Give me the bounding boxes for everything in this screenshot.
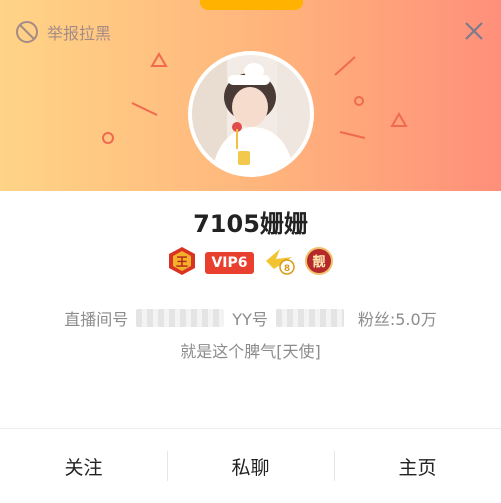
yy-number-redacted xyxy=(275,309,344,327)
room-number-label: 直播间号 xyxy=(64,310,129,329)
stroke-decoration-icon xyxy=(334,56,356,76)
id-info-row: 直播间号 YY号 粉丝:5.0万 xyxy=(0,306,501,330)
yy-number-label: YY号 xyxy=(232,310,268,329)
stroke-decoration-icon xyxy=(339,131,366,139)
triangle-decoration-icon xyxy=(150,52,168,67)
wing-badge-text: 8 xyxy=(283,264,289,274)
report-block-button[interactable]: 举报拉黑 xyxy=(15,20,111,44)
anchor-level-badge-icon[interactable]: 王 xyxy=(167,246,197,280)
room-number-redacted xyxy=(136,309,225,327)
signature-text: 就是这个脾气[天使] xyxy=(180,342,321,361)
action-bar: 关注 私聊 主页 xyxy=(0,428,501,503)
circle-decoration-icon xyxy=(354,96,364,106)
report-block-label: 举报拉黑 xyxy=(47,24,112,43)
circle-decoration-icon xyxy=(102,132,114,144)
close-icon[interactable] xyxy=(463,20,485,42)
wing-badge-icon[interactable]: 8 xyxy=(262,247,296,279)
home-page-button[interactable]: 主页 xyxy=(334,429,501,503)
private-chat-button[interactable]: 私聊 xyxy=(167,429,334,503)
badge-row: 王 VIP6 8 靓 xyxy=(0,246,501,280)
triangle-decoration-icon xyxy=(390,112,408,127)
vip-badge[interactable]: VIP6 xyxy=(205,252,254,274)
block-icon xyxy=(15,20,39,44)
profile-name: 7105姗姗 xyxy=(193,210,308,238)
anchor-badge-text: 王 xyxy=(176,255,188,269)
stroke-decoration-icon xyxy=(131,102,158,116)
style-badge-icon[interactable]: 靓 xyxy=(304,246,334,280)
fans-count: 粉丝:5.0万 xyxy=(357,310,437,329)
top-tab-handle xyxy=(200,0,303,10)
avatar[interactable] xyxy=(192,55,310,173)
style-badge-text: 靓 xyxy=(312,254,325,270)
follow-button[interactable]: 关注 xyxy=(0,429,167,503)
